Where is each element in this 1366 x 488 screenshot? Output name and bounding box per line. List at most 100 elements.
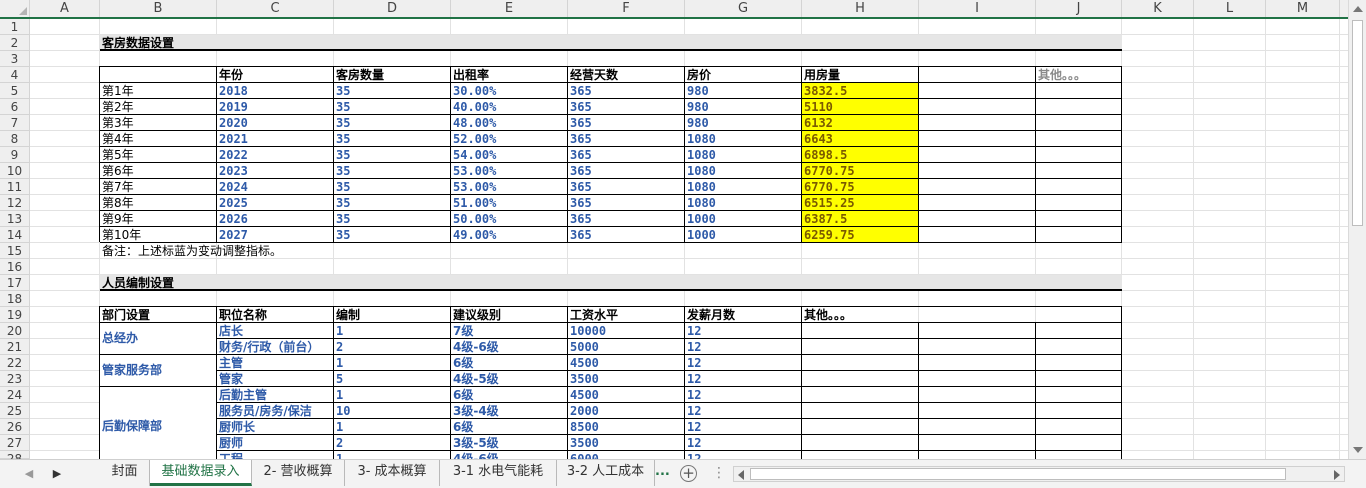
- row-header-15[interactable]: 15: [0, 243, 30, 259]
- column-header-g[interactable]: G: [685, 0, 802, 17]
- row-header-24[interactable]: 24: [0, 387, 30, 403]
- rooms-cell[interactable]: 35: [334, 115, 450, 131]
- usage-cell[interactable]: 6515.25: [802, 195, 918, 211]
- months-cell[interactable]: 12: [685, 403, 801, 419]
- usage-cell[interactable]: 5110: [802, 99, 918, 115]
- days-cell[interactable]: 365: [568, 131, 684, 147]
- column-header-b[interactable]: B: [100, 0, 217, 17]
- year-cell[interactable]: 2022: [217, 147, 333, 163]
- salary-cell[interactable]: 5000: [568, 339, 684, 355]
- position-cell[interactable]: 厨师: [217, 435, 333, 451]
- table-header-cell[interactable]: 其他。。。: [1036, 67, 1121, 83]
- department-cell[interactable]: 后勤保障部: [100, 387, 216, 459]
- salary-cell[interactable]: 8500: [568, 419, 684, 435]
- occupancy-cell[interactable]: 49.00%: [451, 227, 567, 243]
- row-header-6[interactable]: 6: [0, 99, 30, 115]
- row-header-9[interactable]: 9: [0, 147, 30, 163]
- price-cell[interactable]: 1000: [685, 227, 801, 243]
- price-cell[interactable]: 1080: [685, 163, 801, 179]
- year-cell[interactable]: 2023: [217, 163, 333, 179]
- headcount-cell[interactable]: 10: [334, 403, 450, 419]
- days-cell[interactable]: 365: [568, 83, 684, 99]
- level-cell[interactable]: 6级: [451, 355, 567, 371]
- year-cell[interactable]: 2027: [217, 227, 333, 243]
- row-header-14[interactable]: 14: [0, 227, 30, 243]
- row-label[interactable]: 第1年: [100, 83, 216, 99]
- rooms-cell[interactable]: 35: [334, 227, 450, 243]
- usage-cell[interactable]: 6770.75: [802, 179, 918, 195]
- table-header-cell[interactable]: 用房量: [802, 67, 918, 83]
- price-cell[interactable]: 1000: [685, 211, 801, 227]
- year-cell[interactable]: 2026: [217, 211, 333, 227]
- scroll-left-icon[interactable]: [738, 470, 744, 480]
- table-header-cell[interactable]: 职位名称: [217, 307, 333, 323]
- row-header-22[interactable]: 22: [0, 355, 30, 371]
- column-header-c[interactable]: C: [217, 0, 334, 17]
- price-cell[interactable]: 1080: [685, 179, 801, 195]
- row-header-2[interactable]: 2: [0, 35, 30, 51]
- tab-scroll-right-icon[interactable]: ▶: [48, 467, 66, 481]
- row-label[interactable]: 第9年: [100, 211, 216, 227]
- department-cell[interactable]: 总经办: [100, 323, 216, 354]
- position-cell[interactable]: 服务员/房务/保洁: [217, 403, 333, 419]
- table-header-cell[interactable]: 房价: [685, 67, 801, 83]
- row-header-1[interactable]: 1: [0, 19, 30, 35]
- occupancy-cell[interactable]: 30.00%: [451, 83, 567, 99]
- horizontal-scroll-thumb[interactable]: [750, 468, 1286, 480]
- price-cell[interactable]: 980: [685, 99, 801, 115]
- spreadsheet-grid[interactable]: ABCDEFGHIJKLM 1 2 3 4 5 6 7 8 9 10 11 12 13 14 15 16 17 1…: [0, 0, 1348, 459]
- sheet-tab-2[interactable]: 基础数据录入: [150, 460, 252, 486]
- occupancy-cell[interactable]: 40.00%: [451, 99, 567, 115]
- price-cell[interactable]: 1080: [685, 147, 801, 163]
- section-title-staff[interactable]: 人员编制设置: [100, 275, 450, 291]
- days-cell[interactable]: 365: [568, 211, 684, 227]
- position-cell[interactable]: 厨师长: [217, 419, 333, 435]
- row-header-13[interactable]: 13: [0, 211, 30, 227]
- column-header-a[interactable]: A: [30, 0, 100, 17]
- row-header-7[interactable]: 7: [0, 115, 30, 131]
- table-header-cell[interactable]: 工资水平: [568, 307, 684, 323]
- occupancy-cell[interactable]: 50.00%: [451, 211, 567, 227]
- months-cell[interactable]: 12: [685, 419, 801, 435]
- column-header-e[interactable]: E: [451, 0, 568, 17]
- year-cell[interactable]: 2020: [217, 115, 333, 131]
- days-cell[interactable]: 365: [568, 163, 684, 179]
- year-cell[interactable]: 2018: [217, 83, 333, 99]
- days-cell[interactable]: 365: [568, 179, 684, 195]
- sheet-tab-4[interactable]: 3- 成本概算: [345, 460, 440, 486]
- occupancy-cell[interactable]: 48.00%: [451, 115, 567, 131]
- rooms-cell[interactable]: 35: [334, 211, 450, 227]
- sheet-tab-3[interactable]: 2- 营收概算: [252, 460, 345, 486]
- row-label[interactable]: 第4年: [100, 131, 216, 147]
- occupancy-cell[interactable]: 53.00%: [451, 179, 567, 195]
- headcount-cell[interactable]: 2: [334, 339, 450, 355]
- rooms-cell[interactable]: 35: [334, 147, 450, 163]
- position-cell[interactable]: 工程: [217, 451, 333, 459]
- table-header-cell[interactable]: 客房数量: [334, 67, 450, 83]
- position-cell[interactable]: 主管: [217, 355, 333, 371]
- row-header-25[interactable]: 25: [0, 403, 30, 419]
- days-cell[interactable]: 365: [568, 147, 684, 163]
- column-header-d[interactable]: D: [334, 0, 451, 17]
- position-cell[interactable]: 管家: [217, 371, 333, 387]
- position-cell[interactable]: 财务/行政（前台）: [217, 339, 333, 355]
- rooms-cell[interactable]: 35: [334, 131, 450, 147]
- usage-cell[interactable]: 6770.75: [802, 163, 918, 179]
- occupancy-cell[interactable]: 53.00%: [451, 163, 567, 179]
- price-cell[interactable]: 1080: [685, 195, 801, 211]
- column-header-l[interactable]: L: [1194, 0, 1266, 17]
- split-handle-icon[interactable]: ⋮: [712, 466, 726, 482]
- column-header-h[interactable]: H: [802, 0, 919, 17]
- year-cell[interactable]: 2021: [217, 131, 333, 147]
- months-cell[interactable]: 12: [685, 387, 801, 403]
- sheet-tab-1[interactable]: 封面: [100, 460, 150, 486]
- rooms-cell[interactable]: 35: [334, 163, 450, 179]
- usage-cell[interactable]: 3832.5: [802, 83, 918, 99]
- months-cell[interactable]: 12: [685, 435, 801, 451]
- select-all-corner[interactable]: [0, 0, 30, 17]
- row-header-12[interactable]: 12: [0, 195, 30, 211]
- headcount-cell[interactable]: 1: [334, 355, 450, 371]
- table-header-cell[interactable]: 出租率: [451, 67, 567, 83]
- usage-cell[interactable]: 6132: [802, 115, 918, 131]
- position-cell[interactable]: 后勤主管: [217, 387, 333, 403]
